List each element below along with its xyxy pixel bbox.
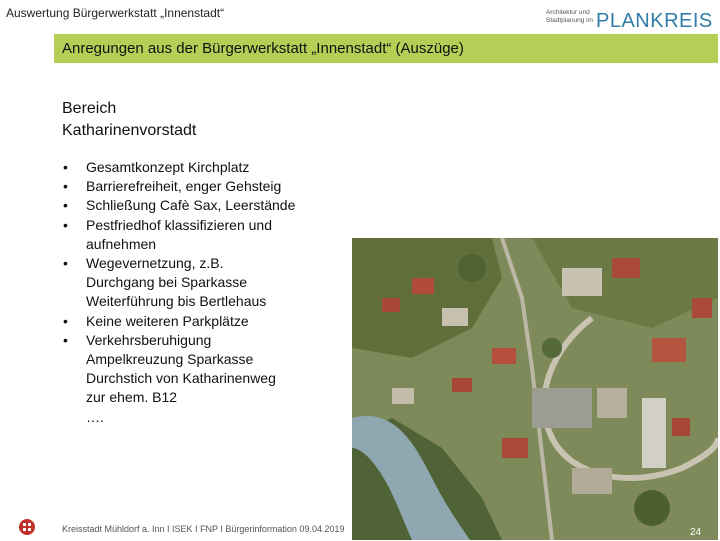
bullet-line: Verkehrsberuhigung [86,331,212,348]
bullet-line: Durchstich von Katharinenweg [86,370,276,387]
bullet-item: • Barrierefreiheit, enger Gehsteig [62,177,342,196]
bullet-dot: • [63,159,68,175]
bullet-dot: • [63,255,68,272]
bullet-line: aufnehmen [86,235,157,252]
bullet-line: Wegevernetzung, z.B. [86,255,224,272]
bullet-line: Durchgang bei Sparkasse [86,274,248,291]
bullet-line: Schließung Cafè Sax, Leerstände [86,197,296,214]
logo-brand: PLANKREIS [596,10,713,32]
bullet-dot: • [63,178,68,195]
bullet-line: Weiterführung bis Bertlehaus [86,293,267,310]
bullet-line: …. [86,408,104,425]
slide-title: Anregungen aus der Bürgerwerkstatt „Inne… [62,40,464,57]
bullet-item: • Verkehrsberuhigung Ampelkreuzung Sparkas… [62,331,342,427]
bullet-dot: • [63,216,68,233]
bullet-item: • Keine weiteren Parkplätze [62,312,342,331]
aerial-photo [352,238,718,540]
title-bar: Anregungen aus der Bürgerwerkstatt „Inne… [54,34,718,63]
footer-text: Kreisstadt Mühldorf a. Inn I ISEK I FNP … [62,524,345,534]
bullet-list: • Gesamtkonzept Kirchplatz • Barrierefreihe… [62,158,342,427]
bullet-line: Pestfriedhof klassifizieren und [86,216,272,233]
bullet-dot: • [63,331,68,348]
logo-tagline: Architektur und Stadtplanung im [546,9,593,24]
bullet-dot: • [63,312,68,329]
bullet-item: • Schließung Cafè Sax, Leerstände [62,196,342,215]
bullet-line: Keine weiteren Parkplätze [86,312,249,329]
bullet-item: • Pestfriedhof klassifizieren und aufnehme… [62,216,342,254]
bullet-line: Barrierefreiheit, enger Gehsteig [86,178,282,195]
bullet-item: • Wegevernetzung, z.B. Durchgang bei Spark… [62,254,342,312]
bullet-line: Gesamtkonzept Kirchplatz [86,159,250,175]
bullet-dot: • [63,197,68,214]
bullet-item: • Gesamtkonzept Kirchplatz [62,158,342,177]
bullet-line: Ampelkreuzung Sparkasse [86,351,254,368]
bullet-line: zur ehem. B12 [86,389,178,406]
page-number: 24 [690,527,702,538]
section-heading: Bereich Katharinenvorstadt [62,100,197,139]
town-crest-icon [18,518,36,536]
plankreis-logo: Architektur und Stadtplanung im PLANKREI… [546,8,716,34]
header-label: Auswertung Bürgerwerkstatt „Innenstadt“ [6,6,225,20]
